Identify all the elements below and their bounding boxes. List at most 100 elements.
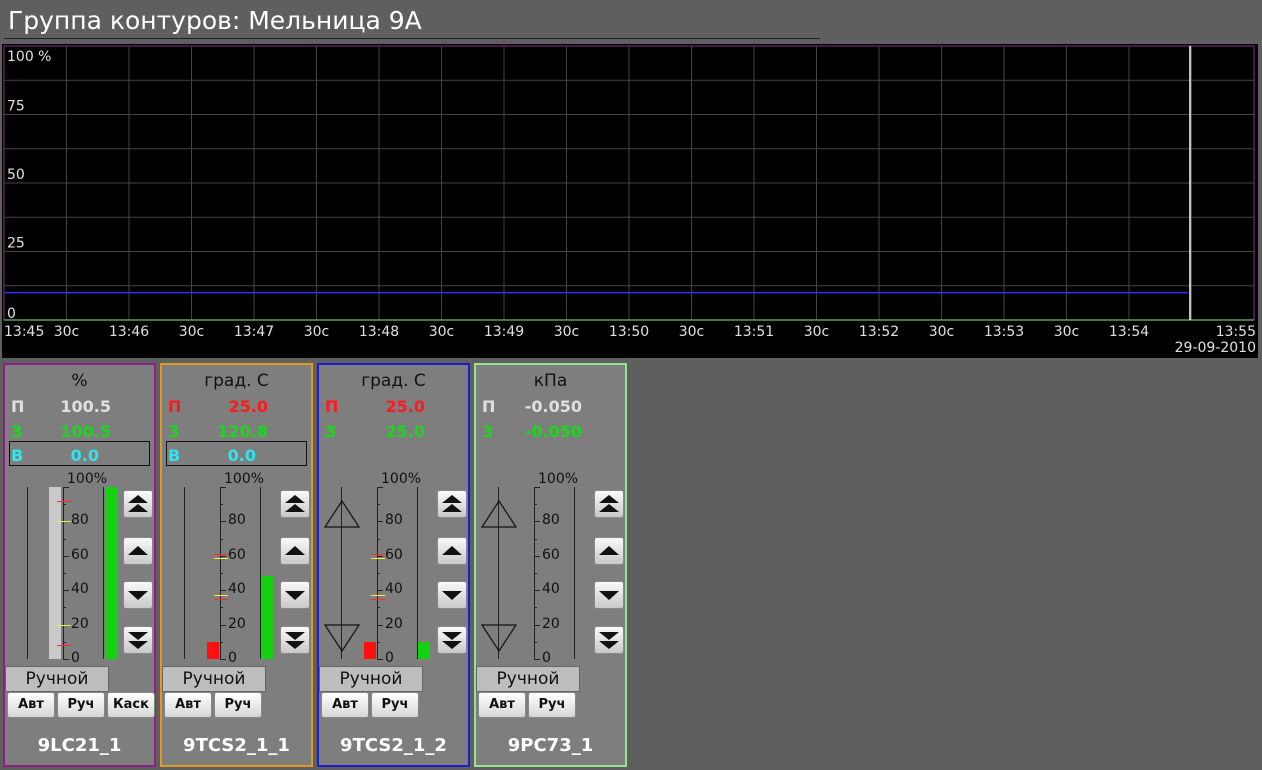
pv-value: 100.5 [60, 397, 111, 416]
pv-label: П [325, 397, 339, 416]
out-label: В [168, 446, 181, 465]
sp-label: З [168, 422, 180, 441]
mode-button[interactable]: Ручной [162, 666, 266, 692]
limit-marker [214, 598, 228, 600]
pv-bar [49, 487, 61, 659]
scale-label: 80 [542, 512, 560, 529]
manual-mode-button[interactable]: Руч [371, 692, 419, 718]
auto-mode-button[interactable]: Авт [321, 692, 369, 718]
scale-label: 0 [228, 650, 237, 666]
controller-panel-9TCS2_1_1[interactable]: град. С П 25.0 З 120.8 В 0.0 100% 80 60 40 20 0 Ручно… [160, 363, 313, 767]
trend-chart[interactable]: 100 % 75 50 25 0 13:45 30с 13:46 30с 13:47 30с 13:4… [2, 44, 1258, 358]
double-down-icon [599, 632, 619, 649]
down-icon [128, 591, 148, 600]
limit-marker [57, 624, 71, 626]
sp-value[interactable]: 25.0 [355, 422, 425, 441]
up-icon [442, 546, 462, 555]
limit-marker [371, 557, 385, 559]
down-icon [442, 591, 462, 600]
double-up-button[interactable] [280, 490, 310, 518]
down-button[interactable] [280, 581, 310, 609]
sp-label: З [11, 422, 23, 441]
cascade-mode-button[interactable]: Каск [107, 692, 155, 718]
scale-label: 0 [385, 650, 394, 666]
double-down-button[interactable] [594, 626, 624, 654]
sp-value[interactable]: 100.5 [41, 422, 111, 441]
up-button[interactable] [594, 537, 624, 565]
scale-minor-tick [220, 504, 223, 506]
sp-bar [261, 576, 273, 659]
sp-value[interactable]: 120.8 [198, 422, 268, 441]
scale-tick [63, 487, 69, 488]
x-tick-label: 30с [804, 324, 830, 340]
triangle-up-icon[interactable] [480, 499, 518, 529]
scale-label: 0 [71, 650, 80, 666]
double-down-button[interactable] [123, 626, 153, 654]
controller-panel-9LC21_1[interactable]: % П 100.5 З 100.5 В 0.0 100% 80 60 40 20 0 Ручной Авт Р… [3, 363, 156, 767]
double-down-icon [442, 632, 462, 649]
scale-minor-tick [377, 641, 380, 643]
double-down-button[interactable] [280, 626, 310, 654]
scale-minor-tick [63, 538, 66, 540]
scale-minor-tick [220, 538, 223, 540]
triangle-down-icon[interactable] [480, 623, 518, 653]
up-button[interactable] [437, 537, 467, 565]
double-up-button[interactable] [594, 490, 624, 518]
controller-tag: 9TCS2_1_2 [340, 735, 447, 756]
auto-mode-button[interactable]: Авт [164, 692, 212, 718]
manual-mode-button[interactable]: Руч [528, 692, 576, 718]
auto-mode-button[interactable]: Авт [7, 692, 55, 718]
scale-label: 80 [385, 512, 403, 529]
scale-minor-tick [534, 504, 537, 506]
down-button[interactable] [123, 581, 153, 609]
scale-minor-tick [63, 573, 66, 574]
up-button[interactable] [123, 537, 153, 565]
down-icon [285, 591, 305, 600]
pv-label: П [168, 397, 182, 416]
manual-mode-button[interactable]: Руч [214, 692, 262, 718]
out-value[interactable]: 0.0 [186, 446, 256, 465]
double-up-button[interactable] [123, 490, 153, 518]
trend-chart-svg: 100 % 75 50 25 0 13:45 30с 13:46 30с 13:47 30с 13:4… [3, 45, 1256, 356]
x-tick-label: 13:49 [484, 324, 524, 340]
y-tick-label: 0 [7, 306, 16, 322]
sp-bar [105, 487, 117, 659]
x-tick-label: 13:54 [1109, 324, 1149, 340]
controller-panel-9TCS2_1_2[interactable]: град. С П 25.0 З 25.0 100% 80 60 40 20 0 Ручной Авт Р… [317, 363, 470, 767]
pv-bar [364, 641, 376, 659]
scale-minor-tick [377, 607, 380, 609]
limit-marker [57, 645, 71, 647]
x-tick-label: 30с [179, 324, 205, 340]
double-up-button[interactable] [437, 490, 467, 518]
double-down-icon [128, 632, 148, 649]
page-title: Группа контуров: Мельница 9А [8, 6, 422, 35]
triangle-up-icon[interactable] [323, 499, 361, 529]
sp-value[interactable]: -0.050 [512, 422, 582, 441]
scale-minor-tick [534, 573, 537, 574]
double-up-icon [285, 495, 305, 512]
double-up-icon [599, 495, 619, 512]
up-button[interactable] [280, 537, 310, 565]
scale-tick [377, 659, 383, 660]
scale-label: 100% [381, 471, 422, 487]
x-tick-label: 13:45 [4, 324, 44, 340]
controller-panel-9PC73_1[interactable]: кПа П -0.050 З -0.050 100% 80 60 40 20 0 Ручной Авт Р… [474, 363, 627, 767]
auto-mode-button[interactable]: Авт [478, 692, 526, 718]
mode-button[interactable]: Ручной [319, 666, 423, 692]
scale-minor-tick [377, 573, 380, 574]
mode-button[interactable]: Ручной [476, 666, 580, 692]
x-tick-label: 13:47 [234, 324, 274, 340]
down-button[interactable] [594, 581, 624, 609]
out-value[interactable]: 0.0 [29, 446, 99, 465]
double-down-button[interactable] [437, 626, 467, 654]
unit-label: кПа [533, 371, 568, 391]
manual-mode-button[interactable]: Руч [57, 692, 105, 718]
scale-minor-tick [534, 641, 537, 643]
mode-button[interactable]: Ручной [5, 666, 109, 692]
scale-label: 60 [385, 546, 403, 563]
down-button[interactable] [437, 581, 467, 609]
triangle-down-icon[interactable] [323, 623, 361, 653]
out-label: В [11, 446, 24, 465]
out-track [574, 487, 575, 659]
scale-label: 60 [71, 546, 89, 563]
